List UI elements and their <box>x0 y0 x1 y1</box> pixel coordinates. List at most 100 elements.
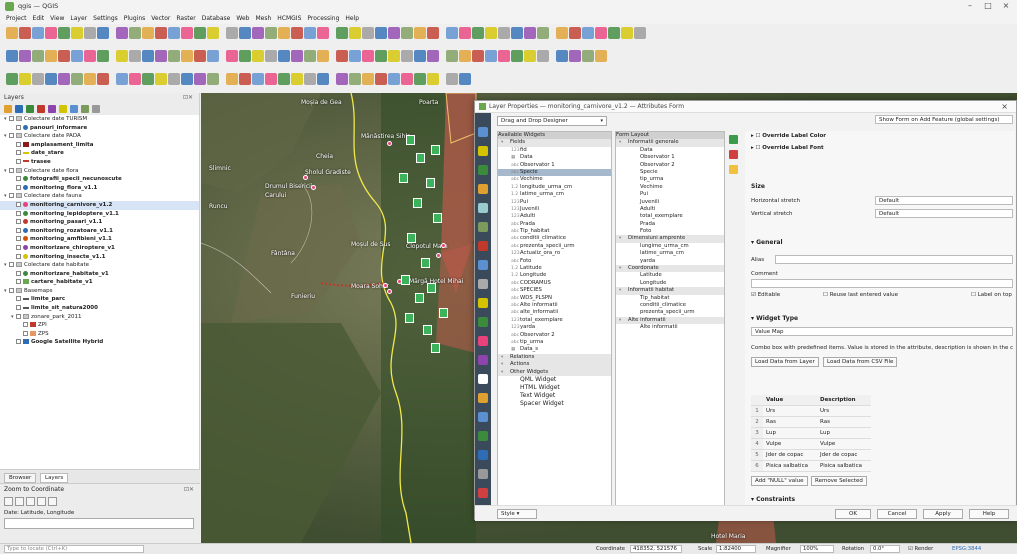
editable-checkbox[interactable]: ☑ Editable <box>751 292 780 298</box>
layer-visibility-checkbox[interactable] <box>9 133 14 139</box>
toolbar-tool-icon[interactable] <box>129 50 141 62</box>
widget-item[interactable]: abctip_urma <box>498 339 611 346</box>
layer-visibility-checkbox[interactable] <box>16 236 21 242</box>
value-map-row[interactable]: 6 Pisica salbatica Pisica salbatica <box>751 461 871 472</box>
add-container-icon[interactable] <box>729 165 738 174</box>
toolbar-tool-icon[interactable] <box>207 50 219 62</box>
layer-tool-icon[interactable] <box>81 105 89 113</box>
property-tab-icon[interactable] <box>478 184 488 194</box>
toolbar-tool-icon[interactable] <box>71 27 83 39</box>
toolbar-tool-icon[interactable] <box>595 50 607 62</box>
remove-icon[interactable] <box>729 150 738 159</box>
layer-item[interactable]: ZPI <box>0 321 199 330</box>
toolbar-tool-icon[interactable] <box>336 27 348 39</box>
layer-item[interactable]: monitoring_pasari_v1.1 <box>0 218 199 227</box>
widget-item[interactable]: abcSpecie <box>498 168 611 177</box>
toolbar-tool-icon[interactable] <box>556 50 568 62</box>
toolbar-tool-icon[interactable] <box>239 27 251 39</box>
widget-item[interactable]: abcPrada <box>498 221 611 228</box>
toolbar-tool-icon[interactable] <box>155 73 167 85</box>
toolbar-tool-icon[interactable] <box>608 27 620 39</box>
monitoring-point-marker[interactable] <box>431 343 440 353</box>
toolbar-tool-icon[interactable] <box>32 73 44 85</box>
scale-input[interactable]: 1:82400 <box>716 545 756 553</box>
layer-visibility-checkbox[interactable] <box>16 219 21 225</box>
menu-item[interactable]: Vector <box>151 13 170 24</box>
tab-layers[interactable]: Layers <box>40 473 69 483</box>
expand-icon[interactable]: ▾ <box>619 287 628 294</box>
label-on-top-checkbox[interactable]: ☐ Label on top <box>971 292 1012 298</box>
form-field[interactable]: Vechime <box>616 184 724 191</box>
widget-item[interactable]: abcVechime <box>498 176 611 183</box>
layer-item[interactable]: panouri_informare <box>0 124 199 133</box>
form-field[interactable]: Alte informatii <box>616 324 724 331</box>
form-field[interactable]: conditii_climatice <box>616 302 724 309</box>
widget-item[interactable]: Text Widget <box>498 392 611 400</box>
layer-visibility-checkbox[interactable] <box>16 313 21 319</box>
toolbar-tool-icon[interactable] <box>414 73 426 85</box>
toolbar-tool-icon[interactable] <box>291 73 303 85</box>
toolbar-tool-icon[interactable] <box>375 73 387 85</box>
vertical-stretch-input[interactable]: Default <box>875 209 1013 218</box>
toolbar-tool-icon[interactable] <box>446 27 458 39</box>
toolbar-tool-icon[interactable] <box>401 73 413 85</box>
settings-icon[interactable] <box>48 497 57 506</box>
override-label-font[interactable]: ▸ ☐ Override Label Font <box>751 145 824 151</box>
toolbar-tool-icon[interactable] <box>485 50 497 62</box>
layer-visibility-checkbox[interactable] <box>16 244 21 250</box>
toolbar-tool-icon[interactable] <box>239 50 251 62</box>
toolbar-tool-icon[interactable] <box>168 73 180 85</box>
layer-visibility-checkbox[interactable] <box>16 270 21 276</box>
value-cell[interactable]: Urs <box>763 406 817 416</box>
toolbar-tool-icon[interactable] <box>226 50 238 62</box>
widget-item[interactable]: 123Pui <box>498 199 611 206</box>
mark-icon[interactable] <box>26 497 35 506</box>
toolbar-tool-icon[interactable] <box>524 50 536 62</box>
toolbar-tool-icon[interactable] <box>278 27 290 39</box>
poi-marker[interactable] <box>311 185 316 190</box>
widget-item[interactable]: 1.2 latime_urma_cm <box>498 191 611 198</box>
description-cell[interactable]: Lup <box>817 428 871 438</box>
menu-item[interactable]: Settings <box>93 13 118 24</box>
toolbar-tool-icon[interactable] <box>582 50 594 62</box>
layer-visibility-checkbox[interactable] <box>9 167 14 173</box>
poi-marker[interactable] <box>387 141 392 146</box>
layer-item[interactable]: limite_parc <box>0 295 199 304</box>
layer-item[interactable]: monitoring_amfibieni_v1.1 <box>0 235 199 244</box>
layer-item[interactable]: monitorizare_habitate_v1 <box>0 270 199 279</box>
property-tab-icon[interactable] <box>478 393 488 403</box>
layer-visibility-checkbox[interactable] <box>16 305 21 311</box>
toolbar-tool-icon[interactable] <box>226 73 238 85</box>
expand-icon[interactable]: ▾ <box>619 317 628 324</box>
coordinate-input[interactable] <box>4 518 194 529</box>
widget-group[interactable]: ▾ Relations <box>498 353 611 362</box>
menu-item[interactable]: Database <box>202 13 231 24</box>
layer-item[interactable]: fotografii_specii_necunoscute <box>0 175 199 184</box>
layer-tool-icon[interactable] <box>26 105 34 113</box>
toolbar-tool-icon[interactable] <box>511 27 523 39</box>
property-tab-icon[interactable] <box>478 469 488 479</box>
toolbar-tool-icon[interactable] <box>6 27 18 39</box>
monitoring-point-marker[interactable] <box>401 275 410 285</box>
value-cell[interactable]: Lup <box>763 428 817 438</box>
layer-visibility-checkbox[interactable] <box>23 322 28 328</box>
coordinate-input[interactable]: 418352, 521576 <box>630 545 682 553</box>
toolbar-tool-icon[interactable] <box>194 50 206 62</box>
widget-item[interactable]: abcAlte informatii <box>498 302 611 309</box>
cancel-button[interactable]: Cancel <box>877 509 917 519</box>
toolbar-tool-icon[interactable] <box>498 27 510 39</box>
toolbar-tool-icon[interactable] <box>304 27 316 39</box>
menu-item[interactable]: View <box>50 13 64 24</box>
toolbar-tool-icon[interactable] <box>595 27 607 39</box>
monitoring-point-marker[interactable] <box>413 198 422 208</box>
monitoring-point-marker[interactable] <box>427 283 436 293</box>
toolbar-tool-icon[interactable] <box>45 27 57 39</box>
monitoring-point-marker[interactable] <box>406 135 415 145</box>
render-checkbox[interactable]: ☑ Render <box>908 546 933 552</box>
layer-item[interactable]: Google Satellite Hybrid <box>0 338 199 347</box>
layer-item[interactable]: monitoring_flora_v1.1 <box>0 184 199 193</box>
widget-item[interactable]: abcconditii_climatice <box>498 235 611 242</box>
layer-group[interactable]: ▾ Colectare date PADA <box>0 132 199 141</box>
widget-group[interactable]: ▾ Fields <box>498 139 611 147</box>
toolbar-tool-icon[interactable] <box>472 50 484 62</box>
